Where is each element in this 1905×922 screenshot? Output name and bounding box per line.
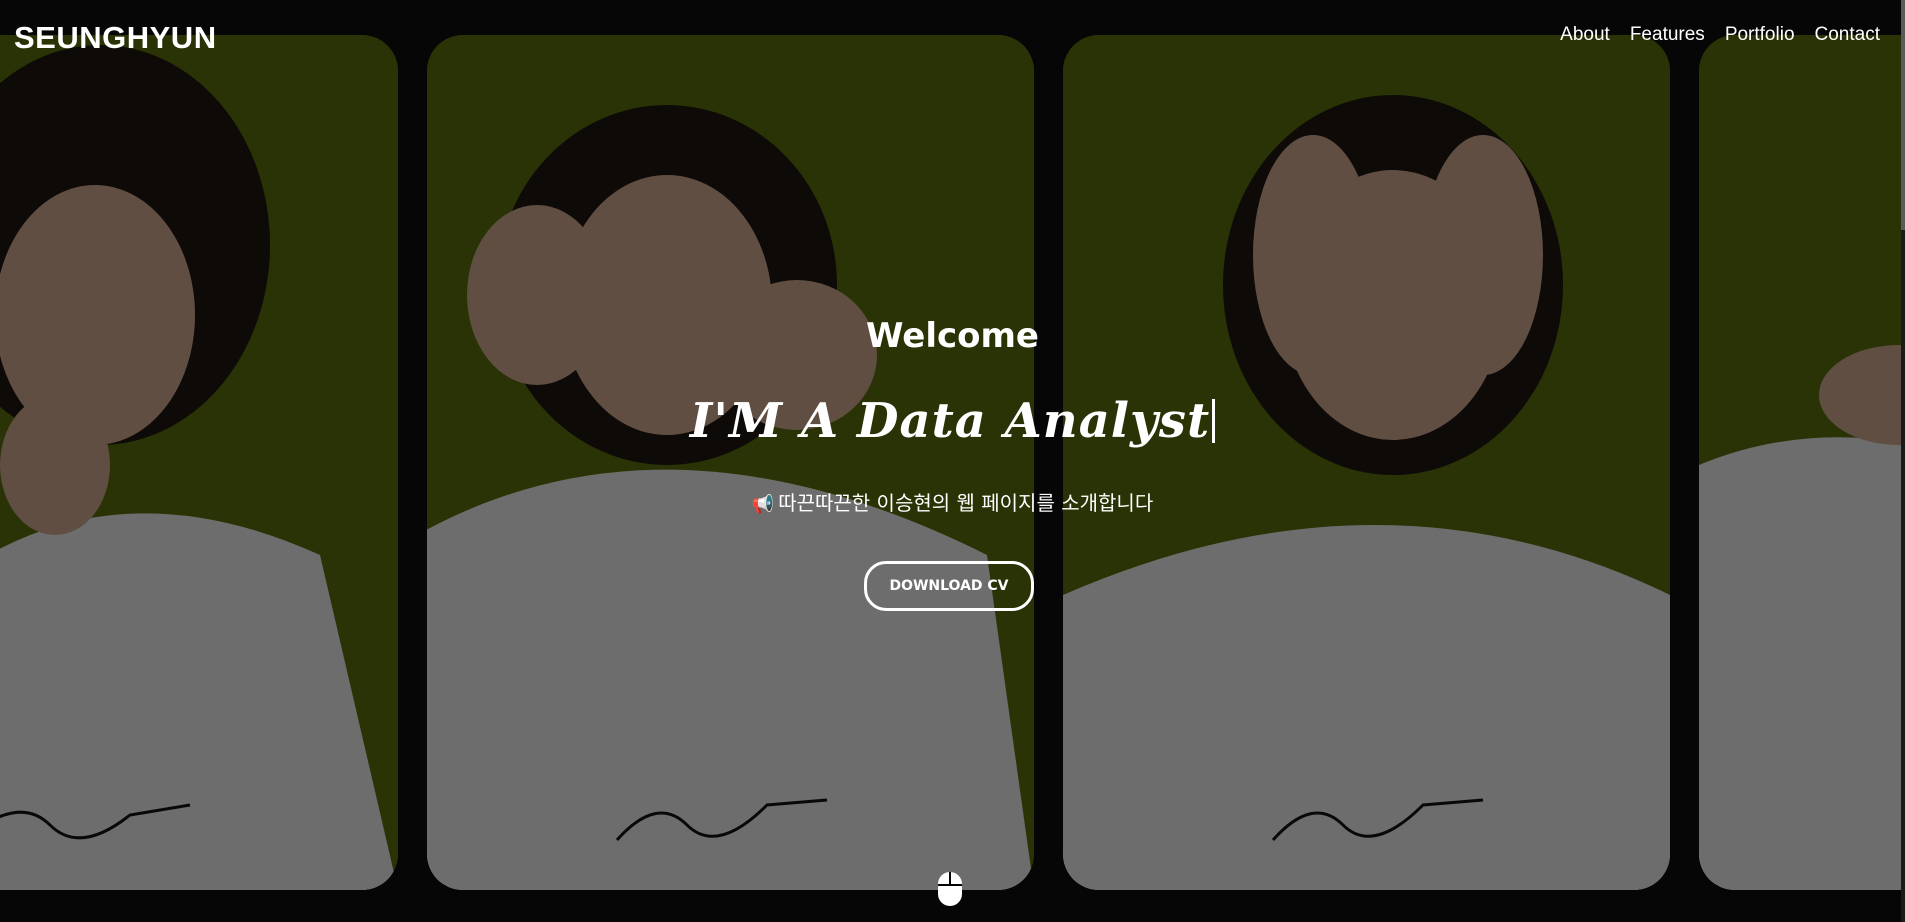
hero-welcome: Welcome	[865, 316, 1039, 356]
nav-about[interactable]: About	[1560, 24, 1610, 46]
hero-tagline-text: 따끈따끈한 이승현의 웹 페이지를 소개합니다	[778, 491, 1154, 515]
photo-panel-1	[0, 35, 398, 890]
person-photo-3	[1063, 95, 1670, 890]
site-logo[interactable]: SEUNGHYUN	[14, 20, 217, 56]
person-photo-1	[0, 45, 398, 890]
person-photo-4	[1699, 345, 1905, 890]
photo-panel-2	[427, 35, 1034, 890]
person-photo-2	[427, 105, 1034, 890]
nav-portfolio[interactable]: Portfolio	[1725, 24, 1795, 46]
hero-headline: I'M A Data Analyst	[0, 393, 1905, 449]
main-nav: About Features Portfolio Contact	[1560, 24, 1880, 46]
megaphone-icon: 📢	[751, 494, 775, 515]
nav-contact[interactable]: Contact	[1815, 24, 1880, 46]
mouse-icon[interactable]	[937, 871, 963, 907]
scrollbar-thumb[interactable]	[1901, 0, 1905, 230]
page: SEUNGHYUN About Features Portfolio Conta…	[0, 0, 1905, 922]
photo-panel-3	[1063, 35, 1670, 890]
nav-features[interactable]: Features	[1630, 24, 1705, 46]
hero-headline-text: I'M A Data Analyst	[689, 393, 1211, 449]
download-cv-button[interactable]: DOWNLOAD CV	[864, 561, 1034, 611]
photo-panel-4	[1699, 35, 1905, 890]
typing-cursor	[1212, 399, 1216, 443]
hero-tagline: 📢 따끈따끈한 이승현의 웹 페이지를 소개합니다	[0, 487, 1905, 516]
